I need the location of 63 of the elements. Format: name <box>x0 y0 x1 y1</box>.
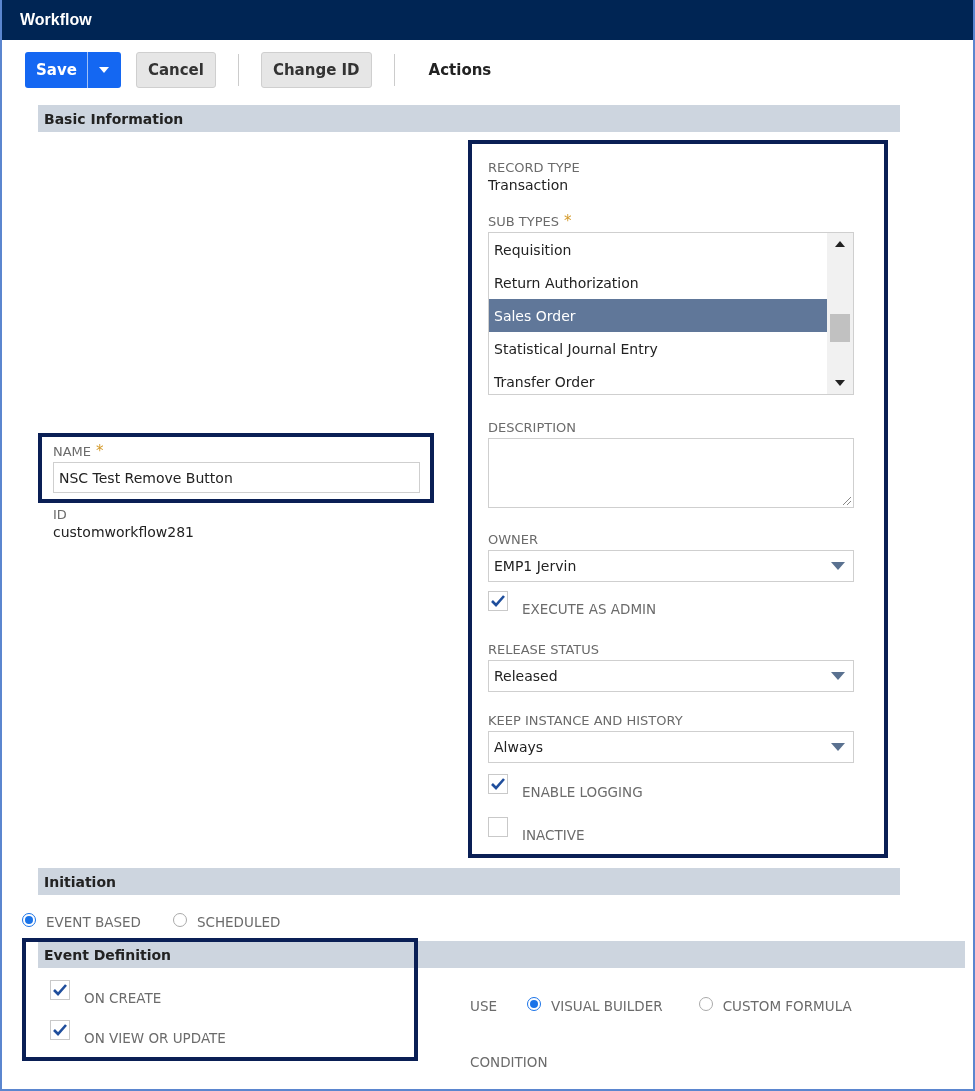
toolbar-button[interactable]: Cancel <box>135 52 216 88</box>
radio-label: CUSTOM FORMULA <box>722 998 852 1014</box>
checkbox-label: ON VIEW OR UPDATE <box>84 1031 226 1046</box>
radio-label: SCHEDULED <box>196 914 281 930</box>
field-label: OWNER <box>488 532 540 548</box>
field-value: Transaction <box>488 176 570 194</box>
toolbar-button[interactable]: Change ID <box>260 52 372 88</box>
list-option[interactable]: Statistical Journal Entry <box>489 332 827 365</box>
section-header: Basic Information <box>38 105 900 132</box>
dropdown[interactable]: Always <box>488 731 854 763</box>
radio-button[interactable] <box>172 913 187 927</box>
name-field[interactable]: NSC Test Remove Button <box>53 462 420 493</box>
section-header: Event Definition <box>38 941 965 968</box>
field-label: CONDITION <box>470 1054 549 1070</box>
field-label: ID <box>53 507 68 523</box>
section-header: Initiation <box>38 868 900 895</box>
checkbox[interactable] <box>50 980 70 1000</box>
check-icon <box>53 984 67 996</box>
scrollbar-thumb[interactable] <box>830 313 850 342</box>
caret-icon <box>831 671 845 681</box>
field-label: RELEASE STATUS <box>488 642 600 658</box>
checkbox-label: EXECUTE AS ADMIN <box>522 602 657 617</box>
field-label: SUB TYPES <box>488 214 559 229</box>
checkbox[interactable] <box>488 591 508 611</box>
required-marker: * <box>96 442 104 460</box>
caret-icon <box>99 67 110 73</box>
description-field[interactable] <box>488 438 854 508</box>
checkbox[interactable] <box>50 1020 70 1040</box>
field-label: NAME <box>53 444 92 459</box>
scroll-down-icon <box>835 380 845 386</box>
caret-icon <box>831 742 845 752</box>
field-label: DESCRIPTION <box>488 420 577 436</box>
list-option[interactable]: Return Authorization <box>489 266 827 299</box>
radio-button[interactable] <box>698 997 713 1011</box>
actions-menu[interactable]: Actions <box>428 61 492 79</box>
radio-label: VISUAL BUILDER <box>551 998 663 1014</box>
radio-label: EVENT BASED <box>46 914 141 930</box>
checkbox[interactable] <box>488 774 508 794</box>
field-label: RECORD TYPE <box>488 160 581 176</box>
scroll-up-icon <box>835 241 845 247</box>
required-marker: * <box>564 212 572 230</box>
radio-button[interactable] <box>22 913 36 927</box>
caret-icon <box>831 561 845 571</box>
checkbox[interactable] <box>488 817 508 837</box>
field-label: USE <box>470 998 497 1014</box>
multi-select-list[interactable]: Requisition Return Authorization Sales Order Statistical Journal Entry Transfer Order <box>488 232 854 395</box>
field-label: KEEP INSTANCE AND HISTORY <box>488 713 684 729</box>
save-button[interactable]: Save <box>25 52 121 88</box>
radio-button[interactable] <box>527 997 541 1011</box>
check-icon <box>491 595 505 607</box>
dropdown[interactable]: Released <box>488 660 854 692</box>
window-title: Workflow <box>2 0 973 40</box>
list-option[interactable]: Requisition <box>489 233 827 266</box>
check-icon <box>491 778 505 790</box>
field-value: customworkflow281 <box>53 523 195 541</box>
checkbox-label: ENABLE LOGGING <box>522 785 643 800</box>
list-option[interactable]: Transfer Order <box>489 365 827 394</box>
dropdown[interactable]: EMP1 Jervin <box>488 550 854 582</box>
checkbox-label: ON CREATE <box>84 991 162 1006</box>
list-option[interactable]: Sales Order <box>489 299 827 332</box>
resize-grip-icon <box>842 496 851 505</box>
checkbox-label: INACTIVE <box>522 828 585 843</box>
check-icon <box>53 1024 67 1036</box>
